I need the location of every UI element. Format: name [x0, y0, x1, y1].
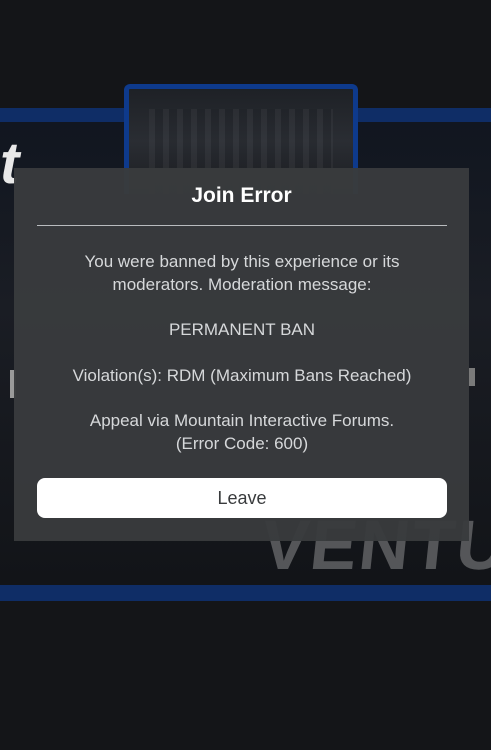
leave-button[interactable]: Leave: [37, 478, 447, 518]
title-divider: [37, 225, 447, 226]
appeal-line: Appeal via Mountain Interactive Forums.: [89, 411, 395, 430]
dialog-title: Join Error: [191, 184, 292, 207]
violations-text: Violation(s): RDM (Maximum Bans Reached): [72, 366, 412, 385]
ban-message-intro: You were banned by this experience or it…: [84, 252, 400, 294]
game-screen: t VENTU Join Error You were banned by th…: [0, 0, 491, 750]
moderation-message: PERMANENT BAN: [168, 320, 316, 339]
background-side-mark-right: [469, 368, 475, 386]
error-code: (Error Code: 600): [175, 434, 309, 453]
appeal-info: Appeal via Mountain Interactive Forums. …: [44, 409, 440, 455]
background-bottom-stripe: [0, 585, 491, 601]
